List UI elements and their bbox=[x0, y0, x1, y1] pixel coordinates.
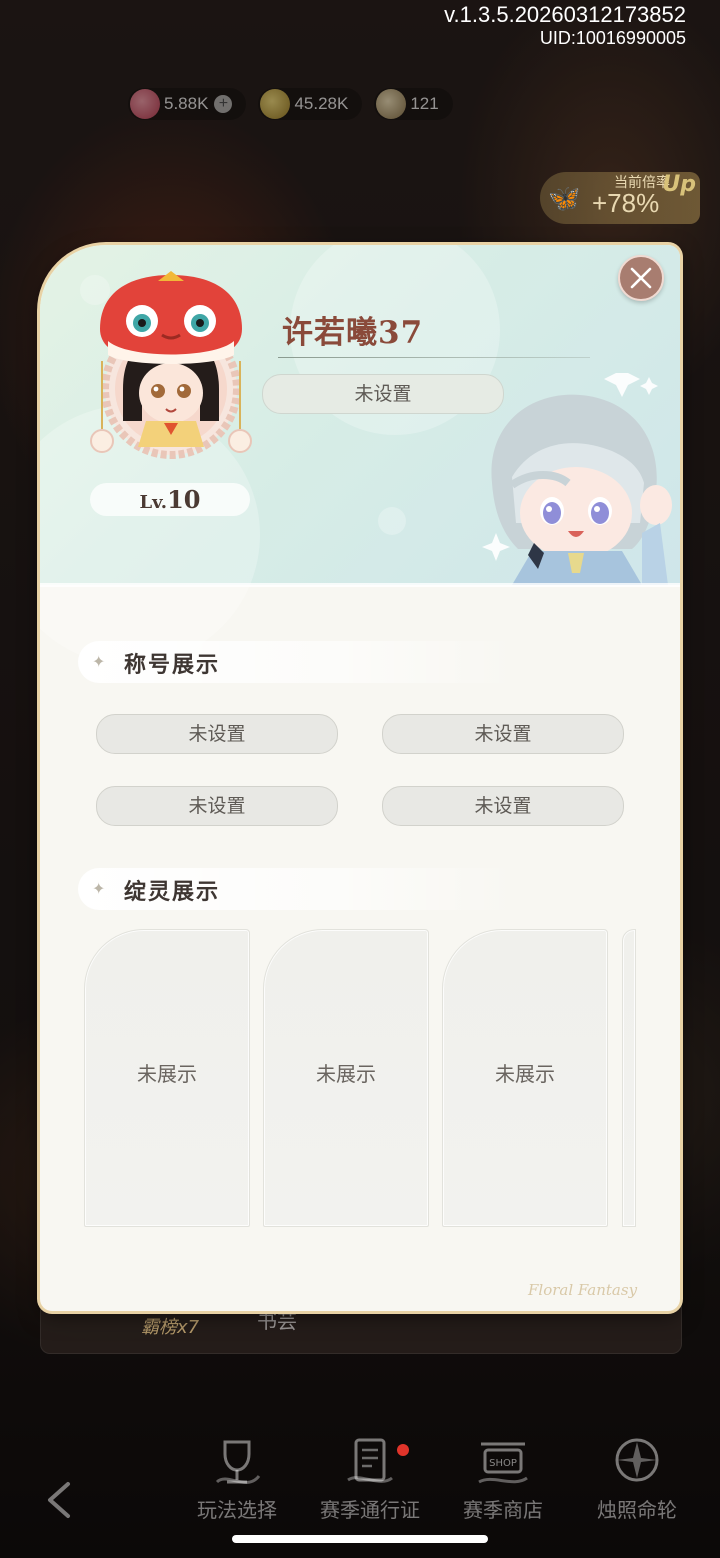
sparkle-icon: ✦ bbox=[92, 879, 106, 898]
profile-modal: Lv.10 许若曦37 未设置 ✦ 称号展示 未设置 未设置 未设置 未设置 ✦… bbox=[40, 245, 680, 1311]
rate-up-text: Up bbox=[662, 172, 696, 197]
version-info: v.1.3.5.20260312173852 UID:10016990005 bbox=[444, 2, 686, 48]
spirits-heading: 绽灵展示 bbox=[124, 879, 221, 905]
home-indicator[interactable] bbox=[232, 1535, 488, 1543]
rate-badge[interactable]: 🦋 当前倍率 +78% Up bbox=[540, 172, 700, 224]
sparkle-icon: ✦ bbox=[92, 652, 106, 671]
nav-season-pass[interactable]: 赛季通行证 bbox=[305, 1432, 435, 1523]
nav-season-shop[interactable]: SHOP 赛季商店 bbox=[438, 1432, 568, 1523]
titles-heading: 称号展示 bbox=[124, 652, 221, 678]
decor-bubble bbox=[378, 507, 406, 535]
title-slot-2[interactable]: 未设置 bbox=[382, 714, 624, 754]
spirit-card-1[interactable]: 未展示 bbox=[84, 929, 250, 1227]
title-slot-3[interactable]: 未设置 bbox=[96, 786, 338, 826]
currency-token-value: 121 bbox=[410, 94, 439, 113]
spirit-card-label: 未展示 bbox=[495, 1062, 555, 1086]
spirits-section-header: ✦ 绽灵展示 bbox=[78, 868, 518, 910]
avatar[interactable] bbox=[88, 271, 254, 471]
currency-gold-value: 45.28K bbox=[294, 94, 349, 113]
shop-icon: SHOP bbox=[478, 1442, 528, 1484]
spirit-card-3[interactable]: 未展示 bbox=[442, 929, 608, 1227]
level-prefix: Lv. bbox=[139, 492, 168, 513]
svg-text:SHOP: SHOP bbox=[489, 1458, 517, 1469]
nav-label: 赛季商店 bbox=[463, 1498, 543, 1522]
plus-icon[interactable]: + bbox=[214, 95, 233, 113]
chibi-character bbox=[482, 373, 672, 585]
nav-mode-select[interactable]: 玩法选择 bbox=[172, 1432, 302, 1523]
compass-wheel-icon bbox=[615, 1438, 659, 1482]
spirit-card-4-partial[interactable] bbox=[622, 929, 636, 1227]
gem-icon bbox=[130, 89, 160, 119]
trophy-icon bbox=[215, 1440, 261, 1484]
modal-watermark: Floral Fantasy bbox=[528, 1281, 638, 1299]
close-button[interactable] bbox=[618, 255, 664, 301]
gold-coin-icon bbox=[260, 89, 291, 119]
back-arrow-icon[interactable] bbox=[42, 1480, 76, 1520]
spirit-card-2[interactable]: 未展示 bbox=[263, 929, 429, 1227]
notification-dot bbox=[397, 1444, 409, 1456]
signature-field[interactable]: 未设置 bbox=[262, 374, 504, 414]
scroll-icon bbox=[347, 1438, 393, 1483]
nav-label: 玩法选择 bbox=[197, 1498, 277, 1522]
level-badge: Lv.10 bbox=[90, 483, 250, 516]
version-text: v.1.3.5.20260312173852 bbox=[444, 2, 686, 27]
currency-token[interactable]: 121 bbox=[374, 88, 453, 120]
nav-fate-wheel[interactable]: 烛照命轮 bbox=[572, 1432, 702, 1523]
header-divider bbox=[40, 583, 680, 587]
butterfly-icon: 🦋 bbox=[548, 184, 581, 214]
rate-value: +78% bbox=[592, 188, 660, 218]
nav-label: 烛照命轮 bbox=[597, 1498, 677, 1522]
currency-bar: 5.88K + 45.28K 121 bbox=[128, 88, 453, 124]
title-slot-4[interactable]: 未设置 bbox=[382, 786, 624, 826]
rank-badge: 霸榜x7 bbox=[141, 1317, 200, 1338]
level-value: 10 bbox=[167, 485, 201, 514]
currency-gems[interactable]: 5.88K + bbox=[128, 88, 247, 120]
nav-label: 赛季通行证 bbox=[320, 1498, 420, 1522]
titles-section-header: ✦ 称号展示 bbox=[78, 641, 518, 683]
player-name: 许若曦37 bbox=[282, 315, 424, 351]
title-slot-1[interactable]: 未设置 bbox=[96, 714, 338, 754]
spirit-card-label: 未展示 bbox=[137, 1062, 197, 1086]
uid-text: UID:10016990005 bbox=[539, 28, 686, 48]
bottom-navigation: 玩法选择 赛季通行证 SHOP 赛季商店 烛照命轮 bbox=[0, 1420, 720, 1530]
close-icon bbox=[630, 267, 652, 289]
profile-header: Lv.10 许若曦37 未设置 bbox=[40, 245, 680, 665]
name-divider bbox=[278, 357, 590, 358]
star-token-icon bbox=[376, 89, 407, 119]
spirit-card-label: 未展示 bbox=[316, 1062, 376, 1086]
currency-gems-value: 5.88K bbox=[164, 94, 209, 113]
currency-gold[interactable]: 45.28K bbox=[258, 88, 363, 120]
